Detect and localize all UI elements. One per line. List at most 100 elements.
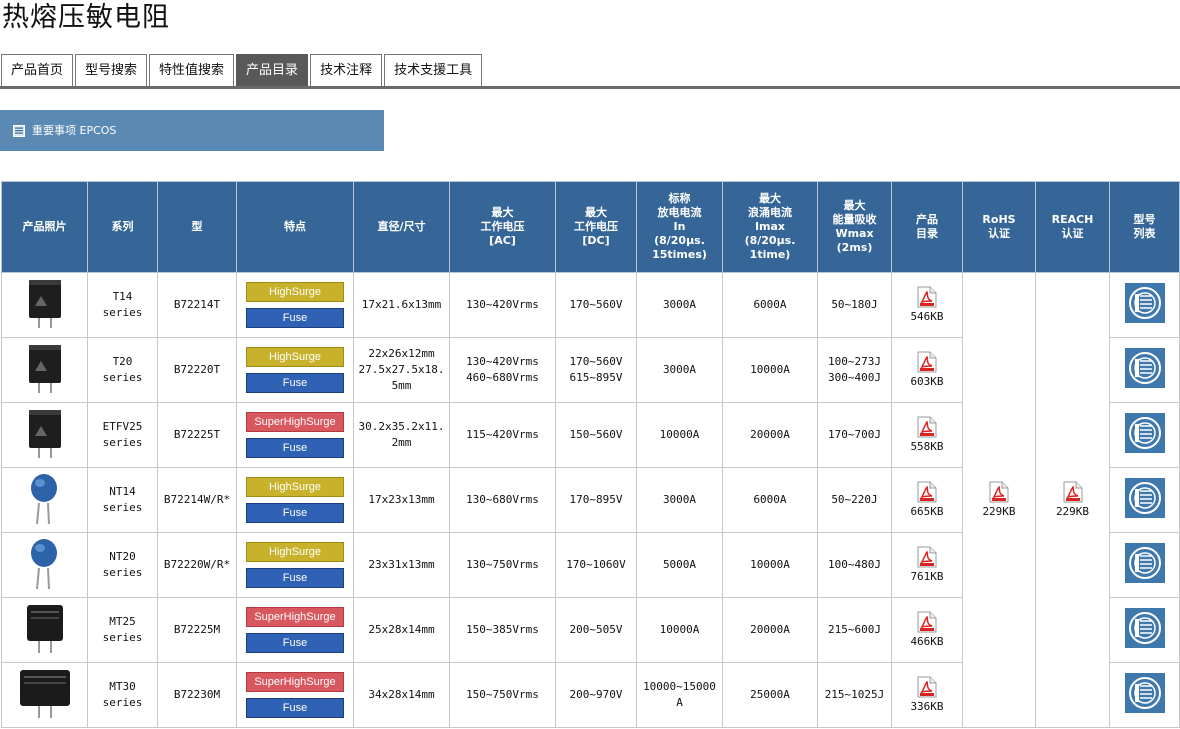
product-photo <box>28 344 61 393</box>
product-photo-cell <box>1 402 88 468</box>
pdf-icon <box>917 611 937 632</box>
column-header: 直径/尺寸 <box>353 181 450 273</box>
column-header: 系列 <box>87 181 158 273</box>
reach-pdf-link[interactable]: 229KB <box>1056 481 1089 519</box>
type-cell: B72220T <box>157 337 237 403</box>
cell-text: 工作电压 <box>480 220 525 233</box>
pdf-icon <box>917 546 937 567</box>
catalog-cell: 603KB <box>891 337 963 403</box>
feature-badge[interactable]: SuperHighSurge <box>246 672 344 692</box>
product-photo <box>28 409 61 458</box>
product-photo <box>19 669 70 718</box>
feature-badge[interactable]: HighSurge <box>246 282 344 302</box>
cell-text: 5mm <box>391 379 412 392</box>
feature-badge[interactable]: SuperHighSurge <box>246 607 344 627</box>
feature-badge[interactable]: HighSurge <box>246 477 344 497</box>
feature-badge[interactable]: SuperHighSurge <box>246 412 344 432</box>
catalog-size: 558KB <box>910 439 944 453</box>
fuse-badge[interactable]: Fuse <box>246 438 344 458</box>
fuse-badge[interactable]: Fuse <box>246 698 344 718</box>
type-label: B72225T <box>173 428 221 441</box>
cell-text: 115~420Vrms <box>466 428 539 441</box>
cell-text: 最大 <box>491 206 514 219</box>
fuse-badge[interactable]: Fuse <box>246 503 344 523</box>
catalog-cell: 466KB <box>891 597 963 663</box>
cell-text: 130~750Vrms <box>466 558 539 571</box>
vac-cell: 150~750Vrms <box>449 662 556 728</box>
in-cell: 10000A <box>636 402 723 468</box>
cell-text: RoHS <box>982 213 1016 226</box>
part-list-link[interactable] <box>1124 672 1165 718</box>
feature-badge[interactable]: HighSurge <box>246 347 344 367</box>
notice-banner[interactable]: 重要事项 EPCOS <box>0 110 384 151</box>
cell-text: 170~895V <box>569 493 623 506</box>
cell-text: (8/20µs. <box>744 234 796 247</box>
tab-product-catalog[interactable]: 产品目录 <box>236 54 309 86</box>
product-photo <box>28 279 61 328</box>
product-photo <box>30 473 57 524</box>
cell-text: 50~180J <box>831 298 878 311</box>
catalog-pdf-link[interactable]: 603KB <box>910 351 944 389</box>
fuse-badge[interactable]: Fuse <box>246 568 344 588</box>
feature-cell: HighSurge Fuse <box>236 337 354 403</box>
catalog-pdf-link[interactable]: 665KB <box>910 481 944 519</box>
cell-text: 10000A <box>659 623 700 636</box>
catalog-pdf-link[interactable]: 761KB <box>910 546 944 584</box>
cell-text: series <box>102 306 143 319</box>
cell-text: 2mm <box>391 436 412 449</box>
part-list-link[interactable] <box>1124 347 1165 393</box>
reach-size: 229KB <box>1055 504 1090 518</box>
cell-text: 615~895V <box>569 371 623 384</box>
cell-text: 150~750Vrms <box>466 688 539 701</box>
product-photo-cell <box>1 272 88 338</box>
part-list-link[interactable] <box>1124 412 1165 458</box>
feature-cell: HighSurge Fuse <box>236 532 354 598</box>
cell-text: 3000A <box>662 493 697 506</box>
catalog-pdf-link[interactable]: 336KB <box>910 676 944 714</box>
type-label: B72214W/R* <box>163 493 231 506</box>
catalog-pdf-link[interactable]: 558KB <box>910 416 944 454</box>
dimension-cell: 17x23x13mm <box>353 467 450 533</box>
tab-divider <box>0 86 1180 89</box>
part-list-link[interactable] <box>1124 542 1165 588</box>
cell-text: Wmax <box>835 227 874 240</box>
cell-text: 215~600J <box>828 623 881 636</box>
tab-support-tools[interactable]: 技术支援工具 <box>384 54 483 86</box>
series-cell: NT14 series <box>87 467 158 533</box>
cell-text: 130~680Vrms <box>466 493 539 506</box>
catalog-cell: 558KB <box>891 402 963 468</box>
rohs-pdf-link[interactable]: 229KB <box>982 481 1016 519</box>
cell-text: 6000A <box>753 298 787 311</box>
part-list-cell <box>1109 467 1180 533</box>
cell-text: Imax <box>754 220 786 233</box>
tab-product-home[interactable]: 产品首页 <box>1 54 74 86</box>
fuse-badge[interactable]: Fuse <box>246 633 344 653</box>
wmax-cell: 215~1025J <box>817 662 892 728</box>
pdf-icon <box>917 286 937 307</box>
product-photo-cell <box>1 662 88 728</box>
catalog-pdf-link[interactable]: 546KB <box>910 286 944 324</box>
fuse-badge[interactable]: Fuse <box>246 373 344 393</box>
in-cell: 5000A <box>636 532 723 598</box>
tab-technical-notes[interactable]: 技术注释 <box>310 54 383 86</box>
imax-cell: 25000A <box>722 662 818 728</box>
tab-characteristic-search[interactable]: 特性值搜索 <box>149 54 235 86</box>
catalog-size: 761KB <box>910 569 944 583</box>
feature-cell: HighSurge Fuse <box>236 272 354 338</box>
part-list-link[interactable] <box>1124 282 1165 328</box>
part-list-link[interactable] <box>1124 477 1165 523</box>
tab-part-search[interactable]: 型号搜索 <box>75 54 148 86</box>
feature-badge[interactable]: HighSurge <box>246 542 344 562</box>
catalog-pdf-link[interactable]: 466KB <box>910 611 944 649</box>
document-icon <box>13 124 25 137</box>
feature-cell: HighSurge Fuse <box>236 467 354 533</box>
column-header: 特点 <box>236 181 354 273</box>
cell-text: 150~385Vrms <box>466 623 539 636</box>
feature-cell: SuperHighSurge Fuse <box>236 662 354 728</box>
cell-text: 34x28x14mm <box>368 688 435 701</box>
part-list-link[interactable] <box>1124 607 1165 653</box>
cell-text: MT25 <box>109 615 136 628</box>
vac-cell: 130~420Vrms <box>449 272 556 338</box>
fuse-badge[interactable]: Fuse <box>246 308 344 328</box>
type-label: B72230M <box>173 688 221 701</box>
